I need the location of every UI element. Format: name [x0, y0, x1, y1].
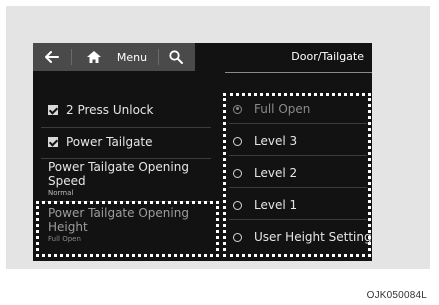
page-title: Door/Tailgate	[291, 50, 364, 63]
search-icon	[169, 50, 183, 64]
toolbar-divider	[71, 49, 72, 65]
setting-label: Power Tailgate Opening Speed	[48, 160, 189, 188]
checkbox-checked-icon[interactable]	[48, 137, 58, 147]
highlight-box-left	[36, 201, 219, 257]
list-divider	[41, 158, 211, 159]
header-divider	[225, 72, 372, 73]
figure-caption: OJK050084L	[366, 290, 427, 301]
checkbox-checked-icon[interactable]	[48, 105, 58, 115]
setting-power-tailgate-opening-speed[interactable]: Power Tailgate Opening Speed Normal	[33, 160, 213, 197]
home-button[interactable]	[81, 43, 107, 71]
menu-button[interactable]: Menu	[109, 43, 155, 71]
setting-label: 2 Press Unlock	[66, 103, 154, 117]
list-divider	[41, 127, 211, 128]
setting-power-tailgate[interactable]: Power Tailgate	[33, 135, 213, 149]
home-icon	[87, 51, 101, 63]
back-button[interactable]	[39, 43, 65, 71]
infotainment-screen: Menu Door/Tailgate 2 Press Unlock Power …	[33, 43, 372, 261]
setting-label: Power Tailgate	[66, 135, 153, 149]
back-arrow-icon	[45, 51, 59, 63]
highlight-box-right	[223, 93, 371, 257]
top-toolbar: Menu	[33, 43, 195, 71]
setting-value: Normal	[48, 189, 74, 197]
setting-2-press-unlock[interactable]: 2 Press Unlock	[33, 103, 213, 117]
search-button[interactable]	[163, 43, 189, 71]
toolbar-divider	[158, 49, 159, 65]
